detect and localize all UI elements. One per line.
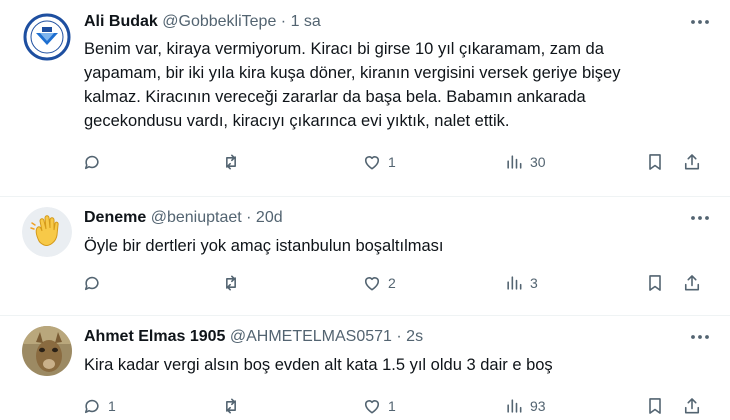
retweet-icon xyxy=(226,275,236,291)
reply-icon xyxy=(84,276,99,291)
share-icon xyxy=(684,275,700,291)
tweet-text-line: kalmaz. Kiracının vereceği zararlar da b… xyxy=(84,88,586,106)
share-icon xyxy=(684,154,700,170)
share-button[interactable] xyxy=(682,396,702,416)
action-bar: 2 3 xyxy=(0,273,730,297)
reply-button[interactable] xyxy=(82,152,108,172)
display-name[interactable]: Ali Budak xyxy=(84,13,158,30)
views-button[interactable]: 30 xyxy=(504,152,546,172)
timestamp[interactable]: · 1 sa xyxy=(281,13,321,30)
more-icon xyxy=(691,216,709,220)
like-count: 2 xyxy=(388,275,396,291)
like-button[interactable]: 2 xyxy=(362,273,396,293)
bookmark-button[interactable] xyxy=(645,396,665,416)
retweet-icon xyxy=(226,154,236,170)
like-count: 1 xyxy=(388,398,396,414)
views-button[interactable]: 93 xyxy=(504,396,546,416)
bookmark-button[interactable] xyxy=(645,273,665,293)
share-button[interactable] xyxy=(682,273,702,293)
avatar[interactable] xyxy=(22,326,72,376)
more-icon xyxy=(691,20,709,24)
view-count: 93 xyxy=(530,398,546,414)
more-options-button[interactable] xyxy=(688,208,712,228)
like-button[interactable]: 1 xyxy=(362,396,396,416)
action-bar: 1 30 xyxy=(0,152,730,176)
like-count: 1 xyxy=(388,154,396,170)
tweet-text-line: gecekondusu vardı, kiracıyı çıkarınca ev… xyxy=(84,112,510,130)
reply-icon xyxy=(84,399,99,414)
bookmark-icon xyxy=(649,398,661,414)
tweet[interactable]: Ahmet Elmas 1905 @AHMETELMAS0571 · 2s Ki… xyxy=(0,316,730,420)
tweet-header: Ahmet Elmas 1905 @AHMETELMAS0571 · 2s xyxy=(84,327,423,347)
tweet[interactable]: Deneme @beniuptaet · 20d Öyle bir dertle… xyxy=(0,197,730,315)
heart-icon xyxy=(364,277,380,291)
retweet-button[interactable] xyxy=(221,273,247,293)
reply-button[interactable] xyxy=(82,273,108,293)
timestamp[interactable]: · 2s xyxy=(396,328,423,345)
retweet-button[interactable] xyxy=(221,396,247,416)
waving-hand-icon xyxy=(22,207,72,257)
reply-button[interactable]: 1 xyxy=(82,396,116,416)
timestamp[interactable]: · 20d xyxy=(246,209,282,226)
retweet-button[interactable] xyxy=(221,152,247,172)
analytics-icon xyxy=(507,399,522,413)
tweet-text-line: Benim var, kiraya vermiyorum. Kiracı bi … xyxy=(84,40,604,58)
university-seal-icon xyxy=(22,12,72,62)
more-options-button[interactable] xyxy=(688,12,712,32)
like-button[interactable]: 1 xyxy=(362,152,396,172)
tweet-text: Benim var, kiraya vermiyorum. Kiracı bi … xyxy=(84,37,704,133)
more-icon xyxy=(691,335,709,339)
views-button[interactable]: 3 xyxy=(504,273,538,293)
retweet-icon xyxy=(226,398,236,414)
bookmark-icon xyxy=(649,275,661,291)
analytics-icon xyxy=(507,276,522,290)
share-button[interactable] xyxy=(682,152,702,172)
avatar[interactable] xyxy=(22,12,72,62)
view-count: 3 xyxy=(530,275,538,291)
tweet-text-line: yapamam, bir iki yıla kira kuşa döner, k… xyxy=(84,64,621,82)
bookmark-icon xyxy=(649,154,661,170)
avatar[interactable] xyxy=(22,207,72,257)
more-options-button[interactable] xyxy=(688,327,712,347)
heart-icon xyxy=(364,400,380,414)
analytics-icon xyxy=(507,155,522,169)
user-handle[interactable]: @AHMETELMAS0571 xyxy=(230,328,392,345)
action-bar: 1 1 93 xyxy=(0,396,730,420)
heart-icon xyxy=(364,156,380,170)
bookmark-button[interactable] xyxy=(645,152,665,172)
tweet-text: Kira kadar vergi alsın boş evden alt kat… xyxy=(84,353,704,377)
reply-count: 1 xyxy=(108,398,116,414)
user-handle[interactable]: @GobbekliTepe xyxy=(162,13,276,30)
display-name[interactable]: Deneme xyxy=(84,209,146,226)
view-count: 30 xyxy=(530,154,546,170)
tweet-header: Deneme @beniuptaet · 20d xyxy=(84,208,283,228)
tweet-text-line: Öyle bir dertleri yok amaç istanbulun bo… xyxy=(84,237,444,255)
tweet-text: Öyle bir dertleri yok amaç istanbulun bo… xyxy=(84,234,704,258)
user-handle[interactable]: @beniuptaet xyxy=(151,209,242,226)
tweet[interactable]: Ali Budak @GobbekliTepe · 1 sa Benim var… xyxy=(0,0,730,196)
animal-photo-icon xyxy=(22,326,72,376)
tweet-text-line: Kira kadar vergi alsın boş evden alt kat… xyxy=(84,356,553,374)
display-name[interactable]: Ahmet Elmas 1905 xyxy=(84,328,225,345)
share-icon xyxy=(684,398,700,414)
tweet-header: Ali Budak @GobbekliTepe · 1 sa xyxy=(84,12,321,32)
reply-icon xyxy=(84,155,99,170)
